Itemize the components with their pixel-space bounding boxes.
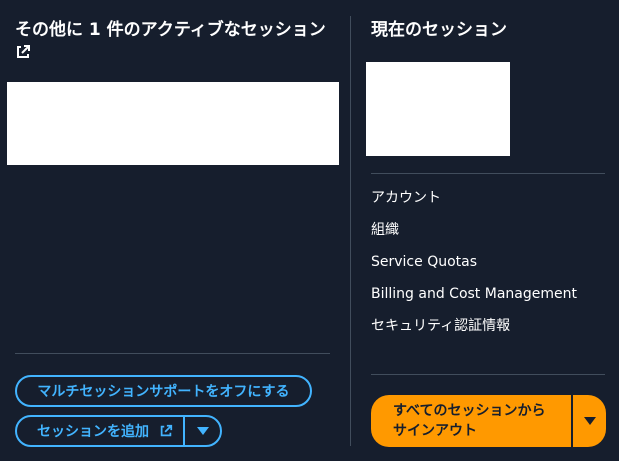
account-menu: アカウント 組織 Service Quotas Billing and Cost… — [371, 182, 577, 342]
menu-item-account[interactable]: アカウント — [371, 182, 577, 214]
session-card-placeholder — [7, 82, 339, 165]
divider — [15, 353, 330, 354]
caret-down-icon — [196, 427, 209, 435]
current-session-title: 現在のセッション — [371, 20, 507, 40]
add-session-label: セッションを追加 — [37, 424, 149, 440]
other-sessions-panel: その他に 1 件のアクティブなセッション マルチセッションサポートをオフにする … — [0, 0, 350, 461]
disable-multi-session-label: マルチセッションサポートをオフにする — [37, 384, 290, 400]
add-session-split-button: セッションを追加 — [15, 415, 222, 447]
menu-item-security-credentials[interactable]: セキュリティ認証情報 — [371, 310, 577, 342]
sign-out-split-button: すべてのセッションから サインアウト — [371, 395, 606, 447]
external-link-icon[interactable] — [15, 44, 31, 60]
divider — [371, 173, 605, 174]
external-link-icon — [160, 424, 173, 437]
other-sessions-heading: その他に 1 件のアクティブなセッション — [15, 18, 345, 60]
sign-out-label-line1: すべてのセッションから — [393, 403, 546, 419]
sign-out-dropdown-button[interactable] — [573, 395, 606, 447]
menu-item-organization[interactable]: 組織 — [371, 214, 577, 246]
current-session-card-placeholder — [366, 62, 510, 156]
menu-item-service-quotas[interactable]: Service Quotas — [371, 246, 577, 278]
divider — [371, 374, 605, 375]
caret-down-icon — [583, 417, 596, 425]
add-session-dropdown-button[interactable] — [185, 417, 220, 445]
add-session-button[interactable]: セッションを追加 — [17, 417, 183, 445]
other-sessions-title: その他に 1 件のアクティブなセッション — [15, 20, 326, 40]
sign-out-all-button[interactable]: すべてのセッションから サインアウト — [371, 395, 571, 447]
menu-item-billing[interactable]: Billing and Cost Management — [371, 278, 577, 310]
disable-multi-session-button[interactable]: マルチセッションサポートをオフにする — [15, 375, 312, 407]
sign-out-label-line2: サインアウト — [393, 423, 477, 439]
current-session-panel: 現在のセッション アカウント 組織 Service Quotas Billing… — [351, 0, 619, 461]
